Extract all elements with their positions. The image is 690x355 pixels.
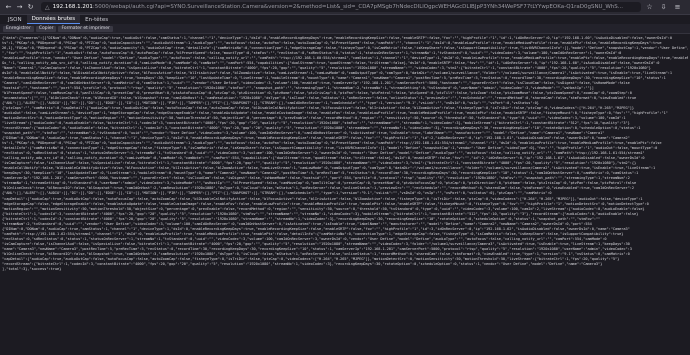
url-path: :5000/webapi/auth.cgi?api=SYNO.Surveilla… (92, 4, 623, 10)
raw-line: {"DINum":0,"DONum":0,"audioCap":true,"ca… (2, 226, 630, 231)
raw-line: "capDetail":{"audioCap":true,"audioOutCa… (2, 196, 643, 201)
raw-line: {"bitrateCtrl":1,"codecId":3,"constantBi… (2, 216, 601, 221)
pretty-print-button[interactable]: Formater et imprimer (58, 25, 113, 32)
raw-line: "name":"Camera3","newName":"Camera3","po… (2, 246, 632, 251)
tab-raw-data[interactable]: Données brutes (26, 15, 81, 24)
raw-line: ],"total":3},"success":true} (2, 266, 62, 271)
raw-line: "blOnlineCheck":true,"blRecordIO":false,… (2, 251, 630, 256)
raw-line: "motionRegion":"","motionSensitivity":50… (2, 206, 645, 211)
raw-line: {"bitrateCtrl":1,"codecId":3,"constantBi… (2, 211, 639, 216)
menu-icon[interactable]: ≡ (673, 3, 682, 12)
download-icon[interactable]: ⇩ (659, 3, 668, 12)
copy-button[interactable]: Copier (35, 25, 57, 32)
raw-line: "isCamCapture":false,"isChannelAud":fals… (2, 241, 630, 246)
raw-json-text: {"data":{"cameras":[{"DINum":0,"DONum":0… (2, 36, 688, 353)
forward-arrow-icon[interactable]: → (15, 3, 24, 12)
raw-line: "streamNum":2,"tvStandard":0,"uuid":"","… (2, 221, 592, 226)
tab-headers[interactable]: En-têtes (80, 16, 113, 24)
raw-line: "camPath":"rtsp://192.168.1.62:554/strea… (2, 231, 624, 236)
save-button[interactable]: Enregistrer (3, 25, 34, 32)
url-input[interactable]: △ 192.168.1.201:5000/webapi/auth.cgi?api… (41, 2, 641, 12)
reload-icon[interactable]: ↻ (26, 3, 35, 12)
bookmark-star-icon[interactable]: ☆ (645, 3, 654, 12)
viewer-tabs: JSON Données brutes En-têtes (0, 15, 690, 24)
raw-line: "edgeStorageCap":false,"edgeStorageEnabl… (2, 201, 649, 206)
raw-line: "recStatus":0,"sdRecStatus":0,"status":1… (2, 236, 607, 241)
raw-toolbar: Enregistrer Copier Formater et imprimer (0, 24, 690, 34)
raw-line: "capDetail":{"audioCap":true,"audioOutCa… (2, 256, 620, 261)
raw-line: "recordStream":{"bitrateCtrl":1,"codecId… (2, 261, 603, 266)
address-bar: ← → ↻ △ 192.168.1.201:5000/webapi/auth.c… (0, 0, 690, 15)
url-host: 192.168.1.201 (52, 4, 93, 10)
shield-icon: △ (45, 3, 50, 11)
back-arrow-icon[interactable]: ← (4, 3, 13, 12)
tab-json[interactable]: JSON (3, 16, 27, 24)
